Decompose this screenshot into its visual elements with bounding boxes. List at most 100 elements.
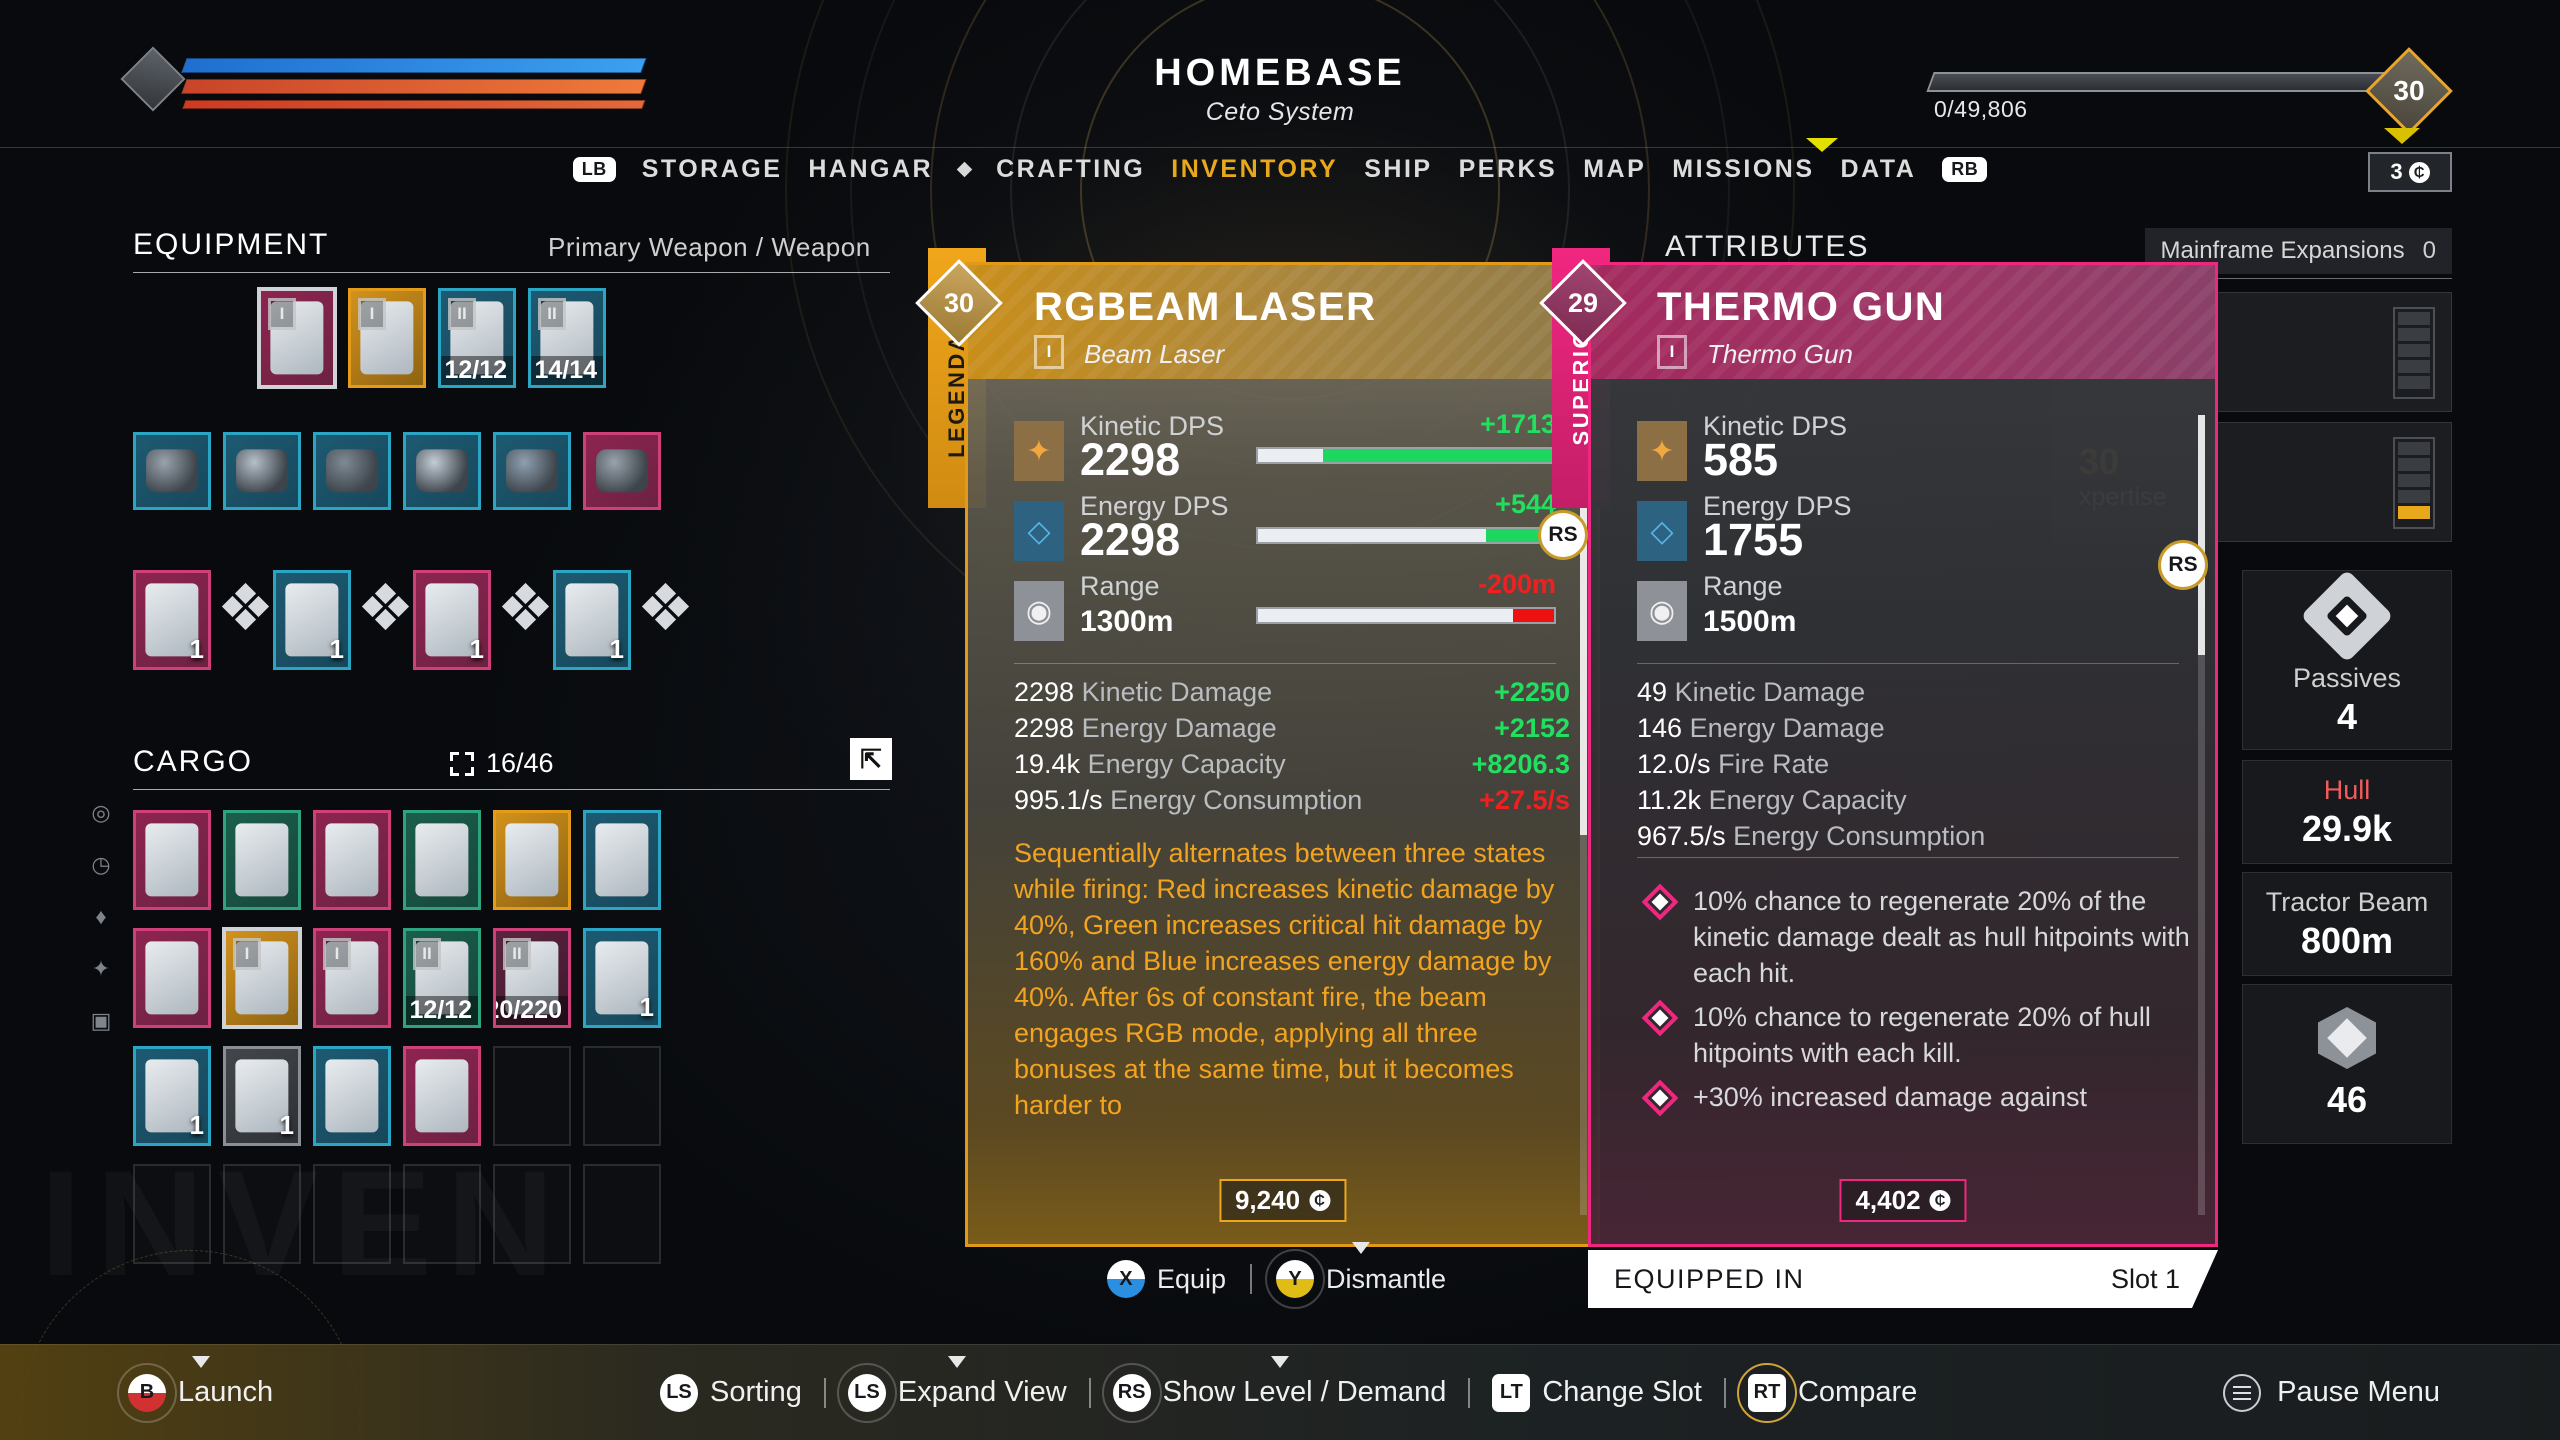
show-level-ring-icon — [1101, 1362, 1162, 1423]
compare-button[interactable]: RT Compare — [1736, 1362, 1917, 1423]
cargo-filter-icons[interactable]: ◎ ◷ ♦ ✦ ▣ — [88, 800, 114, 1034]
cargo-divider — [133, 789, 890, 790]
launch-button[interactable]: B Launch — [117, 1355, 273, 1423]
attribute-box-passives[interactable]: Passives 4 — [2242, 568, 2452, 750]
change-slot-button[interactable]: LT Change Slot — [1492, 1373, 1702, 1412]
cargo-slot-r4-4 — [493, 1164, 571, 1264]
expand-view-button[interactable]: ⇱ — [850, 738, 892, 780]
left-bumper-icon[interactable]: LB — [572, 156, 616, 182]
structure-segments — [2393, 307, 2435, 399]
pause-menu-button[interactable]: Pause Menu — [2223, 1373, 2440, 1412]
filter-new-icon[interactable]: ▣ — [88, 1008, 114, 1034]
attribute-box-hull[interactable]: Hull 29.9k — [2242, 760, 2452, 864]
item-quantity: 1 — [329, 634, 344, 664]
expand-view-prompt[interactable]: LS Expand View — [836, 1355, 1067, 1423]
hamburger-icon[interactable] — [2223, 1373, 2262, 1412]
left-detail-0-num: 2298 — [1014, 677, 1075, 707]
cargo-slot-r2-4[interactable]: II 220/220 — [493, 928, 571, 1028]
equipment-slot-module-0[interactable] — [133, 432, 211, 510]
nav-item-map[interactable]: MAP — [1583, 155, 1646, 184]
cargo-slot-r3-0[interactable]: 1 — [133, 1046, 211, 1146]
right-detail-row: 967.5/s Energy Consumption — [1637, 821, 2193, 857]
cargo-slot-r1-0[interactable] — [133, 810, 211, 910]
nav-item-perks[interactable]: PERKS — [1459, 155, 1558, 184]
expand-tick-icon — [948, 1355, 967, 1368]
left-stat-energy-bar — [1256, 527, 1556, 544]
equip-button-icon[interactable]: X — [1106, 1260, 1145, 1298]
left-stat-kinetic-value: 2298 — [1080, 434, 1181, 485]
show-level-demand-button[interactable]: RS Show Level / Demand — [1101, 1355, 1446, 1423]
cargo-panel-header: CARGO — [133, 745, 253, 779]
left-item-card[interactable]: RGBEAM LASER I Beam Laser ✦ Kinetic DPS … — [965, 262, 1600, 1247]
nav-item-crafting[interactable]: CRAFTING — [996, 155, 1145, 184]
left-stat-range: ◉ Range 1300m -200m — [1014, 569, 1556, 651]
launch-tick-icon — [191, 1355, 210, 1368]
left-card-rs-hint-icon[interactable]: RS — [1538, 510, 1588, 560]
left-card-price: 9,240 ₵ — [1218, 1179, 1347, 1222]
nav-item-data[interactable]: DATA — [1841, 155, 1917, 184]
cargo-slot-r1-4[interactable] — [493, 810, 571, 910]
equipment-slot-consumable-3[interactable]: 1 — [553, 570, 631, 670]
right-card-scrollbar-thumb[interactable] — [2198, 415, 2205, 655]
item-ammo-count: 14/14 — [531, 356, 603, 385]
sorting-button-icon[interactable]: LS — [660, 1373, 698, 1412]
nav-item-ship[interactable]: SHIP — [1364, 155, 1432, 184]
item-artwork — [326, 449, 378, 493]
nav-item-missions[interactable]: MISSIONS — [1672, 155, 1814, 184]
left-detail-3-label: Energy Consumption — [1110, 785, 1363, 815]
cargo-slot-r4-3 — [403, 1164, 481, 1264]
dismantle-button[interactable]: Y Dismantle — [1265, 1242, 1446, 1309]
item-artwork — [506, 449, 558, 493]
equipment-slot-consumable-2[interactable]: 1 — [413, 570, 491, 670]
equipment-slot-module-2[interactable] — [313, 432, 391, 510]
filter-rarity-icon[interactable]: ♦ — [88, 904, 114, 930]
nav-item-storage[interactable]: STORAGE — [642, 155, 783, 184]
main-nav[interactable]: LB STORAGE HANGAR CRAFTING INVENTORY SHI… — [0, 148, 2560, 190]
cargo-slot-r2-3[interactable]: II 12/12 — [403, 928, 481, 1028]
attribute-box-tractor-beam[interactable]: Tractor Beam 800m — [2242, 872, 2452, 976]
attribute-box-cargo[interactable]: 46 — [2242, 984, 2452, 1144]
passives-icon — [2300, 568, 2394, 663]
nav-item-hangar[interactable]: HANGAR — [808, 155, 933, 184]
equipment-slot-primary-2[interactable]: II 12/12 — [438, 288, 516, 388]
equipment-slot-consumable-0[interactable]: 1 — [133, 570, 211, 670]
item-quantity: 1 — [639, 992, 654, 1022]
cargo-slot-r2-1[interactable]: I — [222, 927, 302, 1029]
nav-item-inventory[interactable]: INVENTORY — [1171, 155, 1338, 184]
filter-value-icon[interactable]: ✦ — [88, 956, 114, 982]
kinetic-icon: ✦ — [1637, 421, 1687, 481]
left-detail-2-num: 19.4k — [1014, 749, 1081, 779]
equip-button[interactable]: X Equip — [1106, 1260, 1226, 1298]
equipment-slot-primary-1[interactable]: I — [348, 288, 426, 388]
cargo-slot-r2-0[interactable] — [133, 928, 211, 1028]
filter-all-icon[interactable]: ◎ — [88, 800, 114, 826]
cargo-slot-r2-2[interactable]: I — [313, 928, 391, 1028]
item-artwork — [415, 823, 469, 897]
right-detail-row: 11.2k Energy Capacity — [1637, 785, 2193, 821]
right-item-card[interactable]: THERMO GUN I Thermo Gun ✦ Kinetic DPS 58… — [1588, 262, 2218, 1247]
cargo-slot-r1-2[interactable] — [313, 810, 391, 910]
right-bumper-icon[interactable]: RB — [1942, 156, 1988, 182]
equipment-slot-module-4[interactable] — [493, 432, 571, 510]
equipment-slot-consumable-1[interactable]: 1 — [273, 570, 351, 670]
change-slot-button-icon[interactable]: LT — [1492, 1373, 1531, 1412]
equipment-slot-primary-3[interactable]: II 14/14 — [528, 288, 606, 388]
equipment-slot-primary-0[interactable]: I — [257, 287, 337, 389]
cargo-slot-r1-1[interactable] — [223, 810, 301, 910]
cargo-slot-r2-5[interactable]: 1 — [583, 928, 661, 1028]
cargo-slot-r3-2[interactable] — [313, 1046, 391, 1146]
right-card-rs-hint-icon[interactable]: RS — [2158, 540, 2208, 590]
filter-recent-icon[interactable]: ◷ — [88, 852, 114, 878]
sorting-button[interactable]: LS Sorting — [660, 1373, 802, 1412]
right-card-scrollbar-track[interactable] — [2198, 415, 2205, 1215]
energy-icon: ◇ — [1637, 501, 1687, 561]
item-artwork — [235, 823, 289, 897]
cargo-slot-r1-5[interactable] — [583, 810, 661, 910]
cargo-slot-r3-3[interactable] — [403, 1046, 481, 1146]
equipment-slot-module-3[interactable] — [403, 432, 481, 510]
right-detail-0-label: Kinetic Damage — [1674, 677, 1866, 707]
equipment-slot-module-1[interactable] — [223, 432, 301, 510]
equipment-slot-module-5[interactable] — [583, 432, 661, 510]
cargo-slot-r1-3[interactable] — [403, 810, 481, 910]
cargo-slot-r3-1[interactable]: 1 — [223, 1046, 301, 1146]
